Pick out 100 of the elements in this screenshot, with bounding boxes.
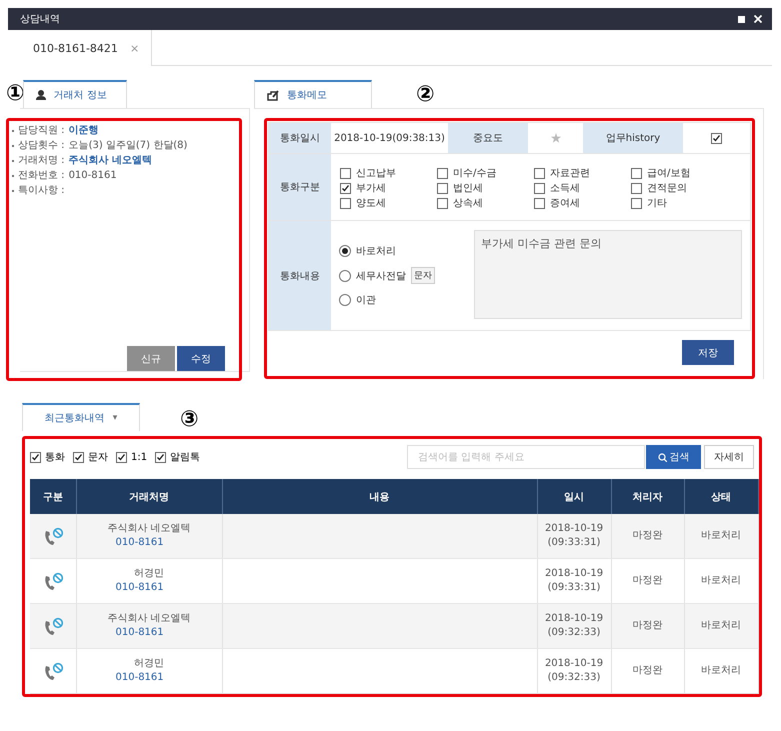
call-date: 2018-10-19 — [544, 657, 604, 671]
checkbox[interactable] — [340, 182, 351, 194]
phone-link[interactable]: 010-8161 — [76, 581, 222, 595]
call-date: 2018-10-19 — [544, 522, 604, 536]
option-label: 상속세 — [453, 197, 483, 210]
table-cell: 바로처리 — [684, 648, 758, 694]
step-marker: ① — [6, 83, 25, 105]
column-header: 내용 — [222, 479, 537, 514]
sms-button[interactable]: 문자 — [411, 267, 435, 284]
option-label: 견적문의 — [647, 182, 687, 195]
checkbox[interactable] — [711, 132, 722, 144]
field-label: 특이사항 : — [18, 184, 65, 198]
check-icon — [156, 453, 166, 461]
save-button[interactable]: 저장 — [682, 340, 734, 365]
checkbox[interactable] — [534, 198, 545, 208]
blocked-call-icon — [42, 616, 63, 636]
close-icon[interactable] — [754, 15, 762, 23]
panel-tab[interactable]: 최근통화내역 ▾ — [22, 403, 140, 431]
call-date: 2018-10-19 — [544, 567, 604, 581]
panel-tab[interactable]: 거래처 정보 — [22, 80, 127, 108]
call-date: 2018-10-19 — [544, 612, 604, 626]
checkbox[interactable] — [631, 168, 642, 178]
checkbox[interactable] — [340, 168, 351, 178]
phone-link[interactable]: 010-8161 — [76, 536, 222, 550]
company-name: 주식회사 네오엘텍 — [106, 522, 192, 536]
option-label: 소득세 — [550, 182, 580, 195]
option-label: 1:1 — [131, 452, 148, 462]
window-title: 상담내역 — [20, 13, 60, 26]
checkbox[interactable] — [116, 452, 127, 462]
table-cell: 마정완 — [611, 514, 684, 558]
note-icon — [267, 90, 279, 100]
checkbox[interactable] — [437, 182, 448, 194]
call-time: (09:33:31) — [546, 536, 602, 550]
document-tab[interactable]: 010-8161-8421 × — [8, 30, 152, 66]
checkbox[interactable] — [631, 182, 642, 194]
column-header: 구분 — [30, 479, 76, 514]
edit-button[interactable]: 수정 — [177, 346, 225, 371]
radio-button[interactable] — [339, 245, 351, 257]
checkbox[interactable] — [437, 168, 448, 178]
maximize-icon[interactable] — [738, 16, 745, 22]
column-header: 거래처명 — [76, 479, 222, 514]
checkbox[interactable] — [155, 452, 166, 462]
field-label: 상담횟수 : — [18, 139, 65, 153]
tab-label: 010-8161-8421 — [33, 42, 118, 54]
call-time: (09:32:33) — [546, 626, 602, 640]
row-label: 통화일시 — [269, 123, 331, 154]
option-label: 문자 — [88, 451, 108, 464]
panel-tab[interactable]: 통화메모 — [254, 80, 372, 108]
option-label: 신고납부 — [356, 167, 396, 180]
check-icon — [117, 453, 126, 461]
datetime-value: 2018-10-19(09:38:13) — [333, 132, 446, 146]
person-icon — [36, 90, 46, 100]
table-cell: 마정완 — [611, 604, 684, 648]
new-button[interactable]: 신규 — [127, 346, 175, 371]
column-header: 처리자 — [611, 479, 684, 514]
column-header: 상태 — [684, 479, 758, 514]
checkbox[interactable] — [631, 198, 642, 208]
row-label: 업무history — [583, 123, 683, 153]
call-time: (09:33:31) — [546, 581, 602, 595]
row-label: 통화내용 — [269, 221, 331, 330]
field-value: 이준행 — [68, 124, 99, 138]
memo-field[interactable]: 부가세 미수금 관련 문의 — [474, 230, 742, 319]
checkbox[interactable] — [437, 198, 448, 208]
company-name: 주식회사 네오엘텍 — [106, 612, 192, 626]
option-label: 증여세 — [550, 197, 580, 210]
option-label: 이관 — [356, 294, 376, 307]
field-value: 오늘(3) 일주일(7) 한달(8) — [68, 139, 188, 153]
checkbox[interactable] — [30, 452, 41, 462]
field-label: 전화번호 : — [18, 169, 65, 183]
detail-button[interactable]: 자세히 — [704, 445, 754, 469]
check-icon — [341, 184, 350, 192]
star-icon[interactable] — [550, 133, 560, 143]
search-field[interactable]: 검색어를 입력해 주세요 — [407, 445, 645, 469]
phone-link[interactable]: 010-8161 — [76, 626, 222, 640]
blocked-call-icon — [42, 572, 63, 590]
step-marker: ② — [416, 84, 435, 106]
field-label: 담당직원 : — [18, 124, 65, 138]
phone-link[interactable]: 010-8161 — [76, 671, 222, 685]
row-label: 중요도 — [448, 123, 528, 153]
option-label: 부가세 — [356, 182, 386, 195]
option-label: 바로처리 — [356, 245, 396, 258]
field-value: 주식회사 네오엘텍 — [68, 154, 152, 168]
search-icon — [658, 452, 666, 462]
step-marker: ③ — [180, 409, 199, 431]
option-label: 자료관련 — [550, 167, 590, 180]
option-label: 세무사전달 — [356, 270, 406, 282]
search-button[interactable]: 검색 — [646, 445, 701, 469]
radio-button[interactable] — [339, 270, 351, 282]
checkbox[interactable] — [340, 198, 351, 208]
field-label: 거래처명 : — [18, 154, 65, 168]
table-cell: 바로처리 — [684, 604, 758, 648]
checkbox[interactable] — [534, 168, 545, 178]
radio-button[interactable] — [339, 294, 351, 306]
check-icon — [74, 453, 83, 461]
checkbox[interactable] — [534, 182, 545, 194]
option-label: 법인세 — [453, 182, 483, 195]
company-name: 허경민 — [133, 657, 165, 671]
table-cell: 마정완 — [611, 648, 684, 694]
field-value: 010-8161 — [68, 169, 117, 183]
checkbox[interactable] — [73, 452, 84, 462]
